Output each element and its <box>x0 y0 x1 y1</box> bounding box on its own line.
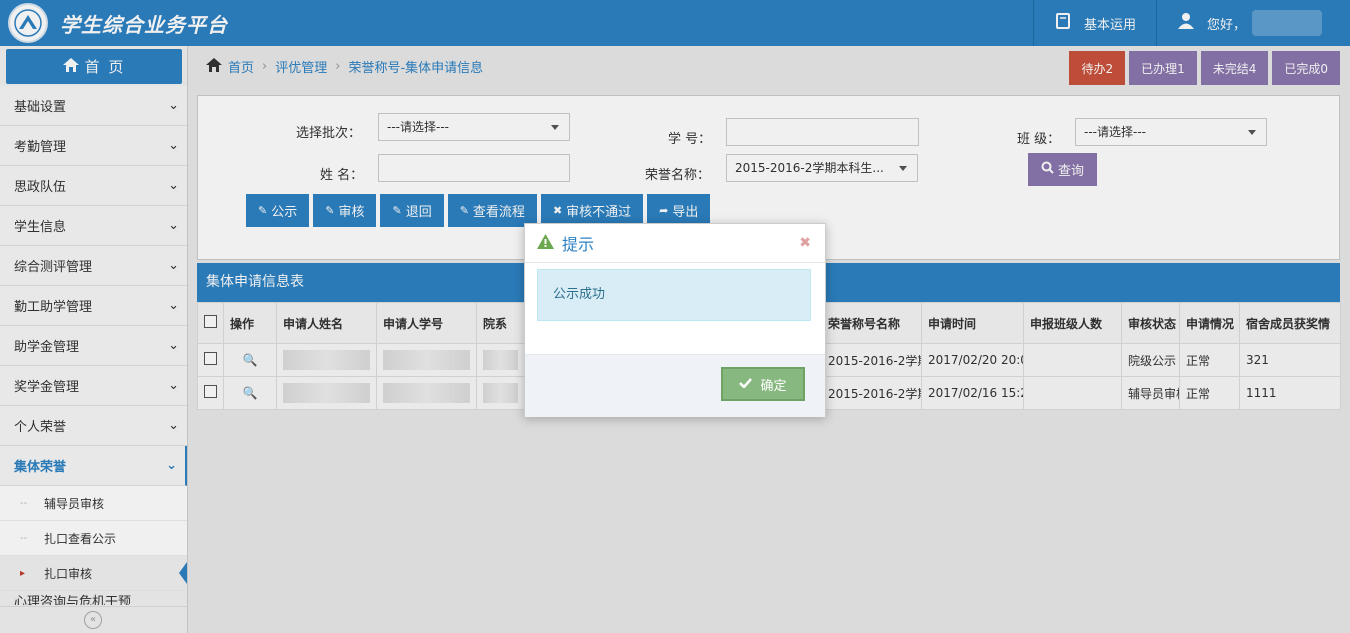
check-icon <box>739 377 753 392</box>
ok-label: 确定 <box>760 378 787 394</box>
dialog-footer: 确定 <box>525 354 825 417</box>
close-icon[interactable]: ✖ <box>799 235 811 251</box>
dialog-title: 提示 <box>562 235 595 254</box>
dialog-header: 提示 ✖ <box>525 224 825 263</box>
dialog-message: 公示成功 <box>537 269 811 321</box>
warning-icon <box>537 233 554 253</box>
ok-button[interactable]: 确定 <box>721 367 805 401</box>
alert-dialog: 提示 ✖ 公示成功 确定 <box>524 223 826 417</box>
